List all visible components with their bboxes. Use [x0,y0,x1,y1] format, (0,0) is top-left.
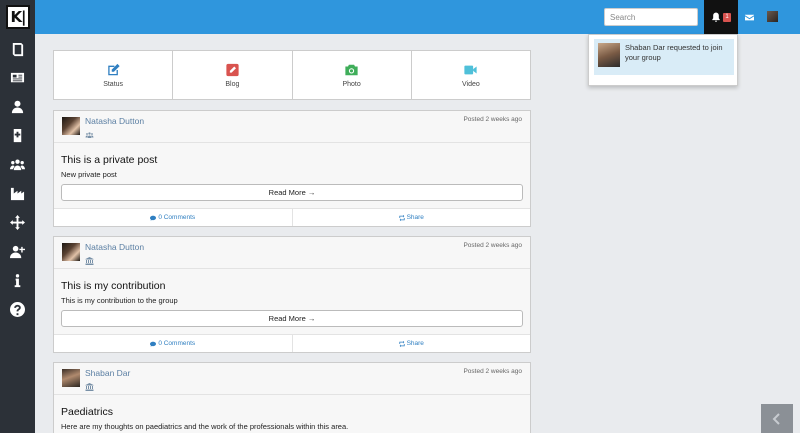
group-icon [85,132,94,138]
sidebar-item-groups[interactable] [0,153,35,175]
notification-item[interactable]: Shaban Dar requested to join your group [594,39,734,75]
author-name[interactable]: Natasha Dutton [85,242,144,252]
blog-button[interactable]: Blog [173,51,293,99]
sidebar-item-network[interactable] [0,211,35,233]
post-header: Natasha Dutton Posted 2 weeks ago [54,111,530,143]
search-input[interactable] [604,8,698,26]
comments-button[interactable]: 0 Comments [54,335,293,352]
help-icon [10,301,25,317]
edit-icon [107,63,120,75]
sidebar-item-news[interactable] [0,66,35,88]
notifications-button[interactable]: 1 [704,0,738,34]
retweet-icon [398,214,405,221]
post-footer: 0 Comments Share [54,208,530,226]
photo-label: Photo [342,80,361,88]
post-body: This is my contribution to the group [61,296,178,305]
sidebar-item-add-user[interactable] [0,240,35,262]
post-body: Here are my thoughts on paediatrics and … [61,422,349,431]
notifications-dropdown: Shaban Dar requested to join your group [588,34,738,86]
author-name[interactable]: Shaban Dar [85,368,130,378]
share-button[interactable]: Share [293,209,531,226]
sidebar-item-info[interactable] [0,269,35,291]
post-title: This is a private post [61,154,158,166]
share-label: Share [406,214,424,221]
info-icon [14,273,21,287]
post-header: Shaban Dar Posted 2 weeks ago [54,363,530,395]
scroll-top-button[interactable] [761,404,793,433]
sidebar: K| [0,0,35,433]
post-visibility [85,378,94,391]
photo-button[interactable]: Photo [293,51,412,99]
comment-icon [150,341,157,347]
post-time: Posted 2 weeks ago [463,368,522,375]
video-button[interactable]: Video [412,51,530,99]
share-button[interactable]: Share [293,335,531,352]
network-icon [10,214,25,230]
author-name[interactable]: Natasha Dutton [85,116,144,126]
post-card: Shaban Dar Posted 2 weeks ago Paediatric… [53,362,531,433]
post-header: Natasha Dutton Posted 2 weeks ago [54,237,530,269]
sidebar-item-profile[interactable] [0,95,35,117]
post-composer: Status Blog Photo Video [53,50,531,100]
retweet-icon [398,340,405,347]
hospital-icon [13,128,22,142]
post-visibility [85,126,94,138]
chevron-left-icon [772,412,780,425]
comment-icon [150,215,157,221]
read-more-button[interactable]: Read More → [61,310,523,327]
author-avatar[interactable] [62,117,80,135]
post-time: Posted 2 weeks ago [463,116,522,123]
sidebar-item-industry[interactable] [0,182,35,204]
messages-button[interactable] [742,10,756,24]
sidebar-item-help[interactable] [0,298,35,320]
post-visibility [85,252,94,265]
book-icon [12,42,24,56]
app-logo[interactable]: K| [6,5,30,29]
notification-text: Shaban Dar requested to join your group [625,43,723,62]
comments-label: 0 Comments [158,340,196,347]
user-icon [11,100,24,113]
bank-icon [85,257,94,265]
newspaper-icon [10,72,25,82]
status-label: Status [103,80,124,88]
notification-avatar [598,43,620,67]
comments-button[interactable]: 0 Comments [54,209,293,226]
notification-count-badge: 1 [723,12,731,22]
author-avatar[interactable] [62,369,80,387]
video-label: Video [461,80,480,88]
envelope-icon [744,14,754,20]
read-more-button[interactable]: Read More → [61,184,523,201]
status-button[interactable]: Status [54,51,174,99]
video-camera-icon [464,65,477,74]
factory-icon [10,187,25,200]
user-avatar[interactable] [767,11,778,22]
post-title: Paediatrics [61,406,113,418]
post-card: Natasha Dutton Posted 2 weeks ago This i… [53,110,531,227]
sidebar-item-hospital[interactable] [0,124,35,146]
post-title: This is my contribution [61,280,166,292]
post-body: New private post [61,170,117,179]
bank-icon [85,383,94,391]
post-time: Posted 2 weeks ago [463,242,522,249]
post-footer: 0 Comments Share [54,334,530,352]
pencil-icon [226,63,239,76]
blog-label: Blog [225,80,240,88]
share-label: Share [406,340,424,347]
user-plus-icon [10,245,25,258]
camera-icon [345,64,358,75]
sidebar-item-book[interactable] [0,38,35,60]
comments-label: 0 Comments [158,214,196,221]
group-icon [10,159,25,170]
post-card: Natasha Dutton Posted 2 weeks ago This i… [53,236,531,353]
author-avatar[interactable] [62,243,80,261]
bell-icon [712,12,721,22]
